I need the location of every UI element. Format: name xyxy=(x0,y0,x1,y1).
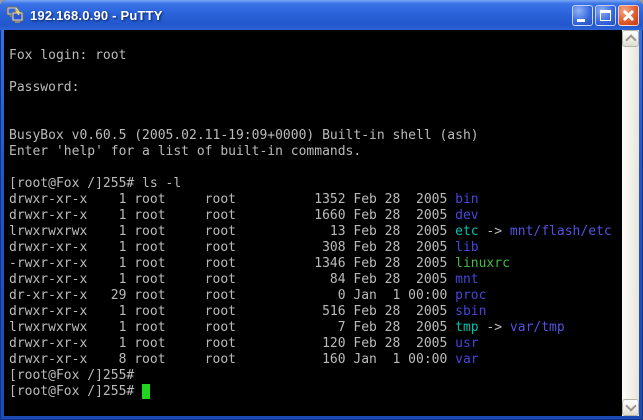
text-segment: -rwxr-xr-x 1 root root 1346 Feb 28 2005 xyxy=(9,256,455,271)
minimize-button[interactable] xyxy=(572,5,593,26)
dir-lib: lib xyxy=(455,240,478,255)
text-segment: Enter 'help' for a list of built-in comm… xyxy=(9,144,361,159)
text-segment: [root@Fox /]255# xyxy=(9,384,142,399)
terminal-line xyxy=(9,112,622,128)
window-controls xyxy=(570,5,639,26)
window-body: Fox login: root Password: BusyBox v0.60.5 … xyxy=(0,30,643,420)
terminal-line: Fox login: root xyxy=(9,48,622,64)
terminal-line: Enter 'help' for a list of built-in comm… xyxy=(9,144,622,160)
putty-window: 192.168.0.90 - PuTTY Fox login: root Pass… xyxy=(0,0,643,420)
terminal-output: Fox login: root Password: BusyBox v0.60.5 … xyxy=(9,32,622,400)
dir-proc: proc xyxy=(455,288,486,303)
dir-usr: usr xyxy=(455,336,478,351)
putty-icon[interactable] xyxy=(6,6,24,24)
text-segment: Fox login: root xyxy=(9,48,126,63)
text-segment: Password: xyxy=(9,80,79,95)
symlink-etc: etc xyxy=(455,224,478,239)
scroll-down-button[interactable] xyxy=(622,399,639,416)
text-segment: BusyBox v0.60.5 (2005.02.11-19:09+0000) … xyxy=(9,128,479,143)
dir-dev: dev xyxy=(455,208,478,223)
text-segment: drwxr-xr-x 1 root root 308 Feb 28 2005 xyxy=(9,240,455,255)
terminal-line: BusyBox v0.60.5 (2005.02.11-19:09+0000) … xyxy=(9,128,622,144)
terminal-line: drwxr-xr-x 1 root root 308 Feb 28 2005 l… xyxy=(9,240,622,256)
text-segment: drwxr-xr-x 1 root root 84 Feb 28 2005 xyxy=(9,272,455,287)
terminal-line: lrwxrwxrwx 1 root root 7 Feb 28 2005 tmp… xyxy=(9,320,622,336)
terminal-line: drwxr-xr-x 1 root root 516 Feb 28 2005 s… xyxy=(9,304,622,320)
scroll-up-button[interactable] xyxy=(622,30,639,47)
text-segment: drwxr-xr-x 1 root root 1352 Feb 28 2005 xyxy=(9,192,455,207)
dir-sbin: sbin xyxy=(455,304,486,319)
text-segment: lrwxrwxrwx 1 root root 13 Feb 28 2005 xyxy=(9,224,455,239)
text-segment: drwxr-xr-x 1 root root 1660 Feb 28 2005 xyxy=(9,208,455,223)
terminal-line: drwxr-xr-x 8 root root 160 Jan 1 00:00 v… xyxy=(9,352,622,368)
terminal-line: [root@Fox /]255# ls -l xyxy=(9,176,622,192)
close-icon xyxy=(619,6,638,25)
symlink-tmp: tmp xyxy=(455,320,478,335)
exec-linuxrc: linuxrc xyxy=(455,256,510,271)
terminal-line: [root@Fox /]255# xyxy=(9,368,622,384)
terminal-line: drwxr-xr-x 1 root root 120 Feb 28 2005 u… xyxy=(9,336,622,352)
text-segment: [root@Fox /]255# xyxy=(9,368,134,383)
terminal-line: [root@Fox /]255# xyxy=(9,384,622,400)
dir-mnt: mnt xyxy=(455,272,478,287)
text-segment: drwxr-xr-x 1 root root 516 Feb 28 2005 xyxy=(9,304,455,319)
maximize-icon xyxy=(600,10,611,21)
terminal-line: Password: xyxy=(9,80,622,96)
terminal-cursor xyxy=(142,384,150,399)
dir-bin: bin xyxy=(455,192,478,207)
text-segment: -> xyxy=(479,224,510,239)
scrollbar-track[interactable] xyxy=(622,47,639,399)
terminal-line xyxy=(9,160,622,176)
terminal-line: drwxr-xr-x 1 root root 1352 Feb 28 2005 … xyxy=(9,192,622,208)
close-button[interactable] xyxy=(618,5,639,26)
minimize-icon xyxy=(577,19,585,22)
terminal-line: dr-xr-xr-x 29 root root 0 Jan 1 00:00 pr… xyxy=(9,288,622,304)
dir-var: var xyxy=(455,352,478,367)
text-segment: lrwxrwxrwx 1 root root 7 Feb 28 2005 xyxy=(9,320,455,335)
terminal-line xyxy=(9,64,622,80)
terminal-line: drwxr-xr-x 1 root root 1660 Feb 28 2005 … xyxy=(9,208,622,224)
window-title: 192.168.0.90 - PuTTY xyxy=(30,8,570,23)
symlink-target-tmp: var/tmp xyxy=(510,320,565,335)
text-segment: drwxr-xr-x 1 root root 120 Feb 28 2005 xyxy=(9,336,455,351)
scroll-down-icon xyxy=(625,400,636,411)
text-segment: drwxr-xr-x 8 root root 160 Jan 1 00:00 xyxy=(9,352,455,367)
terminal-line xyxy=(9,32,622,48)
text-segment: [root@Fox /]255# ls -l xyxy=(9,176,181,191)
titlebar[interactable]: 192.168.0.90 - PuTTY xyxy=(0,0,643,30)
scrollbar[interactable] xyxy=(622,30,639,416)
scroll-up-icon xyxy=(625,34,636,45)
terminal-screen[interactable]: Fox login: root Password: BusyBox v0.60.5 … xyxy=(4,30,622,416)
terminal-line xyxy=(9,96,622,112)
terminal-line: lrwxrwxrwx 1 root root 13 Feb 28 2005 et… xyxy=(9,224,622,240)
text-segment: -> xyxy=(479,320,510,335)
text-segment: dr-xr-xr-x 29 root root 0 Jan 1 00:00 xyxy=(9,288,455,303)
maximize-button[interactable] xyxy=(595,5,616,26)
symlink-target-etc: mnt/flash/etc xyxy=(510,224,612,239)
terminal-line: -rwxr-xr-x 1 root root 1346 Feb 28 2005 … xyxy=(9,256,622,272)
terminal-line: drwxr-xr-x 1 root root 84 Feb 28 2005 mn… xyxy=(9,272,622,288)
